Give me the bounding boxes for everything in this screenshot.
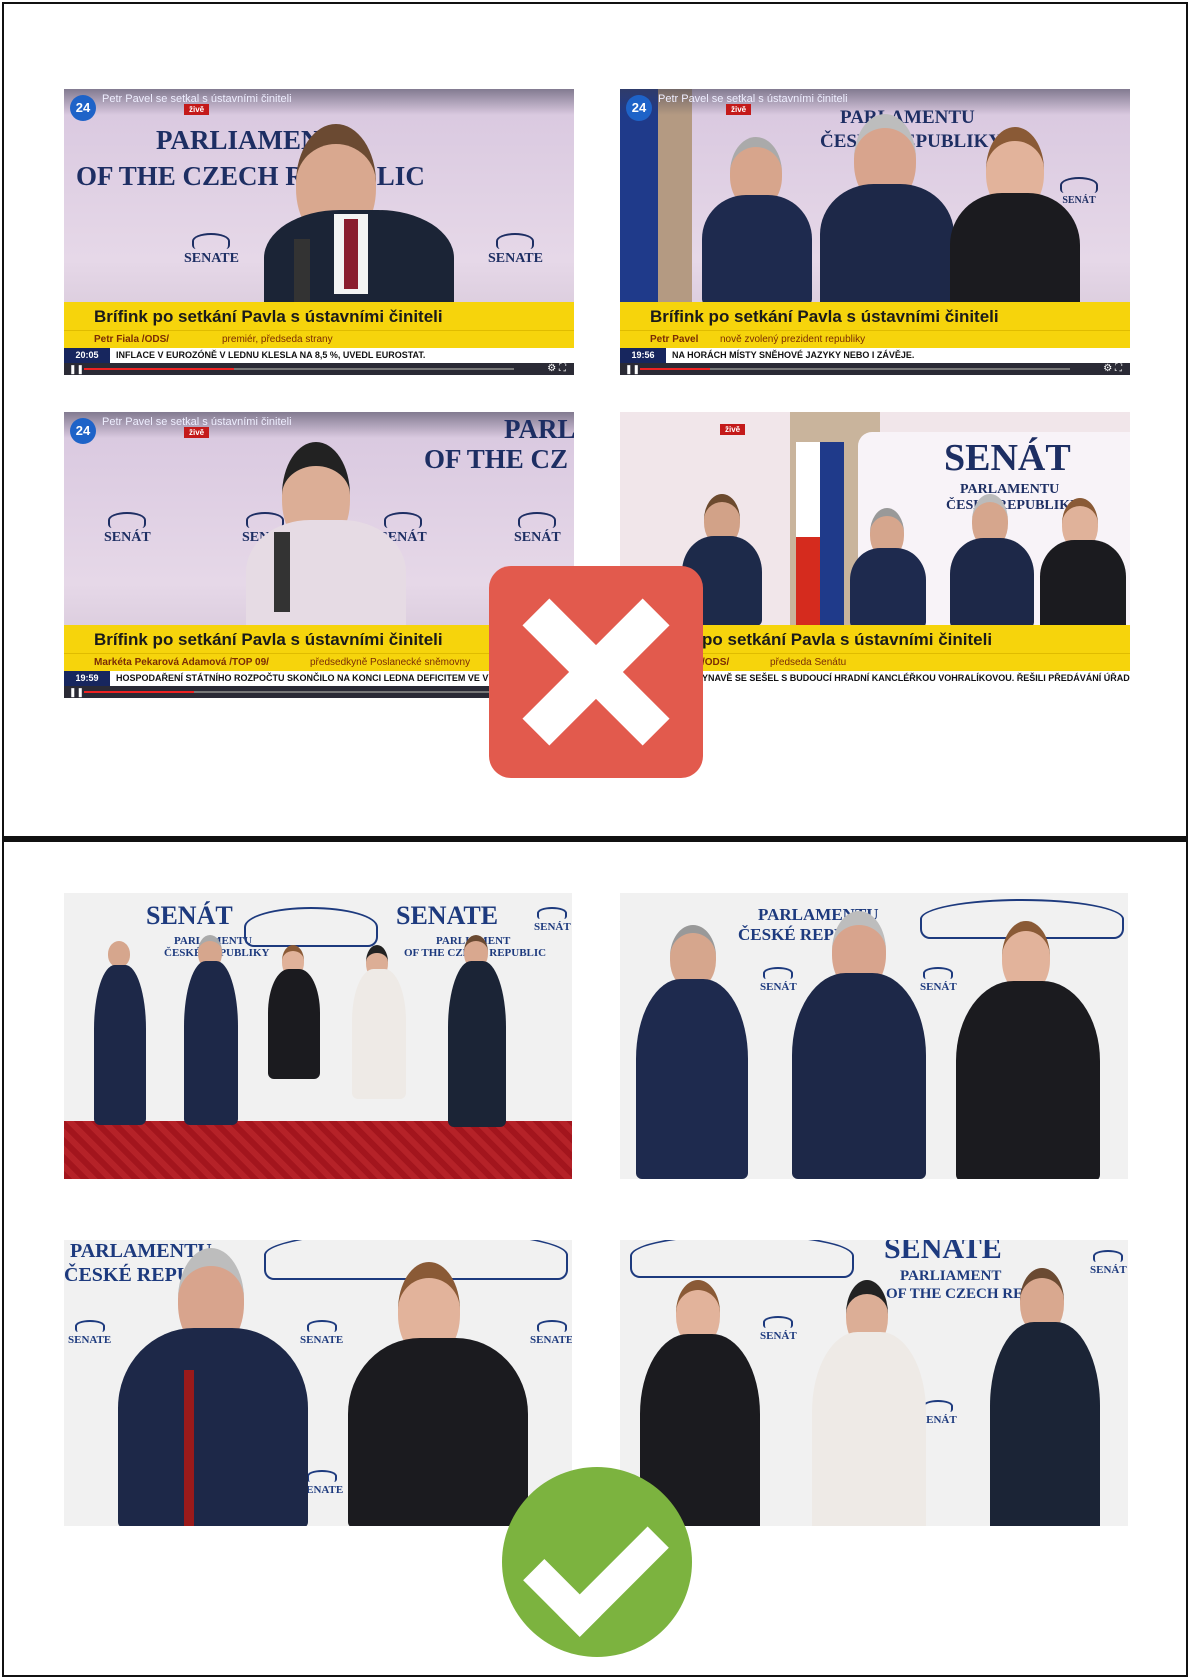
wall-text: SENATE [884, 1240, 1002, 1265]
ct24-logo: 24 [70, 418, 96, 444]
live-badge: živě [184, 427, 210, 438]
ticker-text: YNAVĚ SE SEŠEL S BUDOUCÍ HRADNÍ KANCLÉŘK… [702, 673, 1130, 683]
wall-text: PARLAMENTU [840, 107, 975, 128]
live-badge: živě [726, 104, 752, 115]
senate-logo: SENATE [68, 1320, 111, 1346]
close-icon [489, 566, 703, 778]
microphone [184, 1370, 194, 1526]
caption-role: premiér, předseda strany [222, 334, 333, 345]
photo-three-speakers: PARLAMENTU ČESKÉ REPU SENÁT SENÁT [620, 893, 1128, 1179]
senate-logo: SENÁT [1060, 177, 1098, 206]
pause-icon[interactable]: ❚❚ [69, 687, 84, 698]
video-headline: Petr Pavel se setkal s ústavními činitel… [658, 93, 848, 105]
senate-logo: SENÁT [920, 967, 957, 993]
senate-logo: SENÁT [1090, 1250, 1127, 1276]
senate-logo: SENÁT [760, 1316, 797, 1342]
caption-role: předsedkyně Poslanecké sněmovny [310, 657, 471, 668]
ct24-logo: 24 [70, 95, 96, 121]
caption-name: /ODS/ [702, 657, 730, 668]
senate-logo: SENÁT [760, 967, 797, 993]
wall-text: PARLAMENTU [960, 482, 1060, 497]
wall-text: SENÁT [146, 901, 233, 930]
video-progress[interactable] [84, 368, 514, 370]
senate-logo: SENATE [300, 1320, 343, 1346]
caption-title: Brífink po setkání Pavla s ústavními čin… [94, 307, 443, 326]
ticker-text: NA HORÁCH MÍSTY SNĚHOVÉ JAZYKY NEBO I ZÁ… [672, 350, 915, 360]
senate-logo: SENATE [488, 233, 543, 266]
check-icon [502, 1467, 692, 1657]
settings-icon[interactable]: ⚙ ⛶ [547, 363, 566, 374]
wall-text: ČESKÉ REPU [738, 925, 847, 944]
caption-role: nově zvolený prezident republiky [720, 334, 866, 345]
pause-icon[interactable]: ❚❚ [69, 364, 84, 375]
settings-icon[interactable]: ⚙ ⛶ [1103, 363, 1122, 374]
caption-title: po setkání Pavla s ústavními činiteli [702, 630, 993, 649]
caption-title: Brífink po setkání Pavla s ústavními čin… [650, 307, 999, 326]
senate-logo: SENÁT [104, 512, 151, 545]
ticker-text: HOSPODAŘENÍ STÁTNÍHO ROZPOČTU SKONČILO N… [116, 673, 503, 683]
wall-text: ČESKÉ REPU [64, 1264, 192, 1286]
wall-text: ČESKÉ REPUBLIKY [946, 498, 1081, 513]
caption-name: Petr Pavel [650, 334, 699, 345]
wall-text: SENÁT [944, 437, 1071, 479]
photo-group-wide: SENÁT SENATE PARLAMENTU ČESKÉ REPUBLIKY … [64, 893, 572, 1179]
ct24-logo: 24 [626, 95, 652, 121]
news-frame-pavel: 24 Petr Pavel se setkal s ústavními čini… [620, 89, 1130, 375]
wall-text: PARLIAMENT [900, 1268, 1002, 1284]
caption-title: Brífink po setkání Pavla s ústavními čin… [94, 630, 443, 649]
video-progress[interactable] [640, 368, 1070, 370]
senate-logo: SENÁT [514, 512, 561, 545]
ticker-text: INFLACE V EUROZÓNĚ V LEDNU KLESLA NA 8,5… [116, 350, 426, 360]
ticker-time: 19:56 [620, 348, 666, 363]
ticker-time: 19:59 [64, 671, 110, 686]
live-badge: živě [184, 104, 210, 115]
photo-speaker-and-interpreter: PARLAMENTU ČESKÉ REPU SENATE SENATE SENA… [64, 1240, 572, 1526]
senate-logo: SENATE [184, 233, 239, 266]
caption-name: Petr Fiala /ODS/ [94, 334, 170, 345]
wall-text: PARL [504, 414, 574, 444]
senate-logo: SENATE [530, 1320, 572, 1346]
live-badge: živě [720, 424, 746, 435]
video-progress[interactable] [84, 691, 514, 693]
senate-logo: SENÁT [534, 907, 571, 933]
photo-interpreter-left: SENATE PARLIAMENT OF THE CZECH REPUBL SE… [620, 1240, 1128, 1526]
caption-name: Markéta Pekarová Adamová /TOP 09/ [94, 657, 269, 668]
wall-text: SENATE [396, 901, 499, 930]
pause-icon[interactable]: ❚❚ [625, 364, 640, 375]
caption-role: předseda Senátu [770, 657, 847, 668]
ticker-time: 20:05 [64, 348, 110, 363]
microphone [274, 532, 290, 612]
wall-text: OF THE CZ [424, 444, 569, 474]
news-frame-fiala: 24 Petr Pavel se setkal s ústavními čini… [64, 89, 574, 375]
senate-emblem [244, 907, 378, 947]
senate-emblem [630, 1240, 854, 1278]
